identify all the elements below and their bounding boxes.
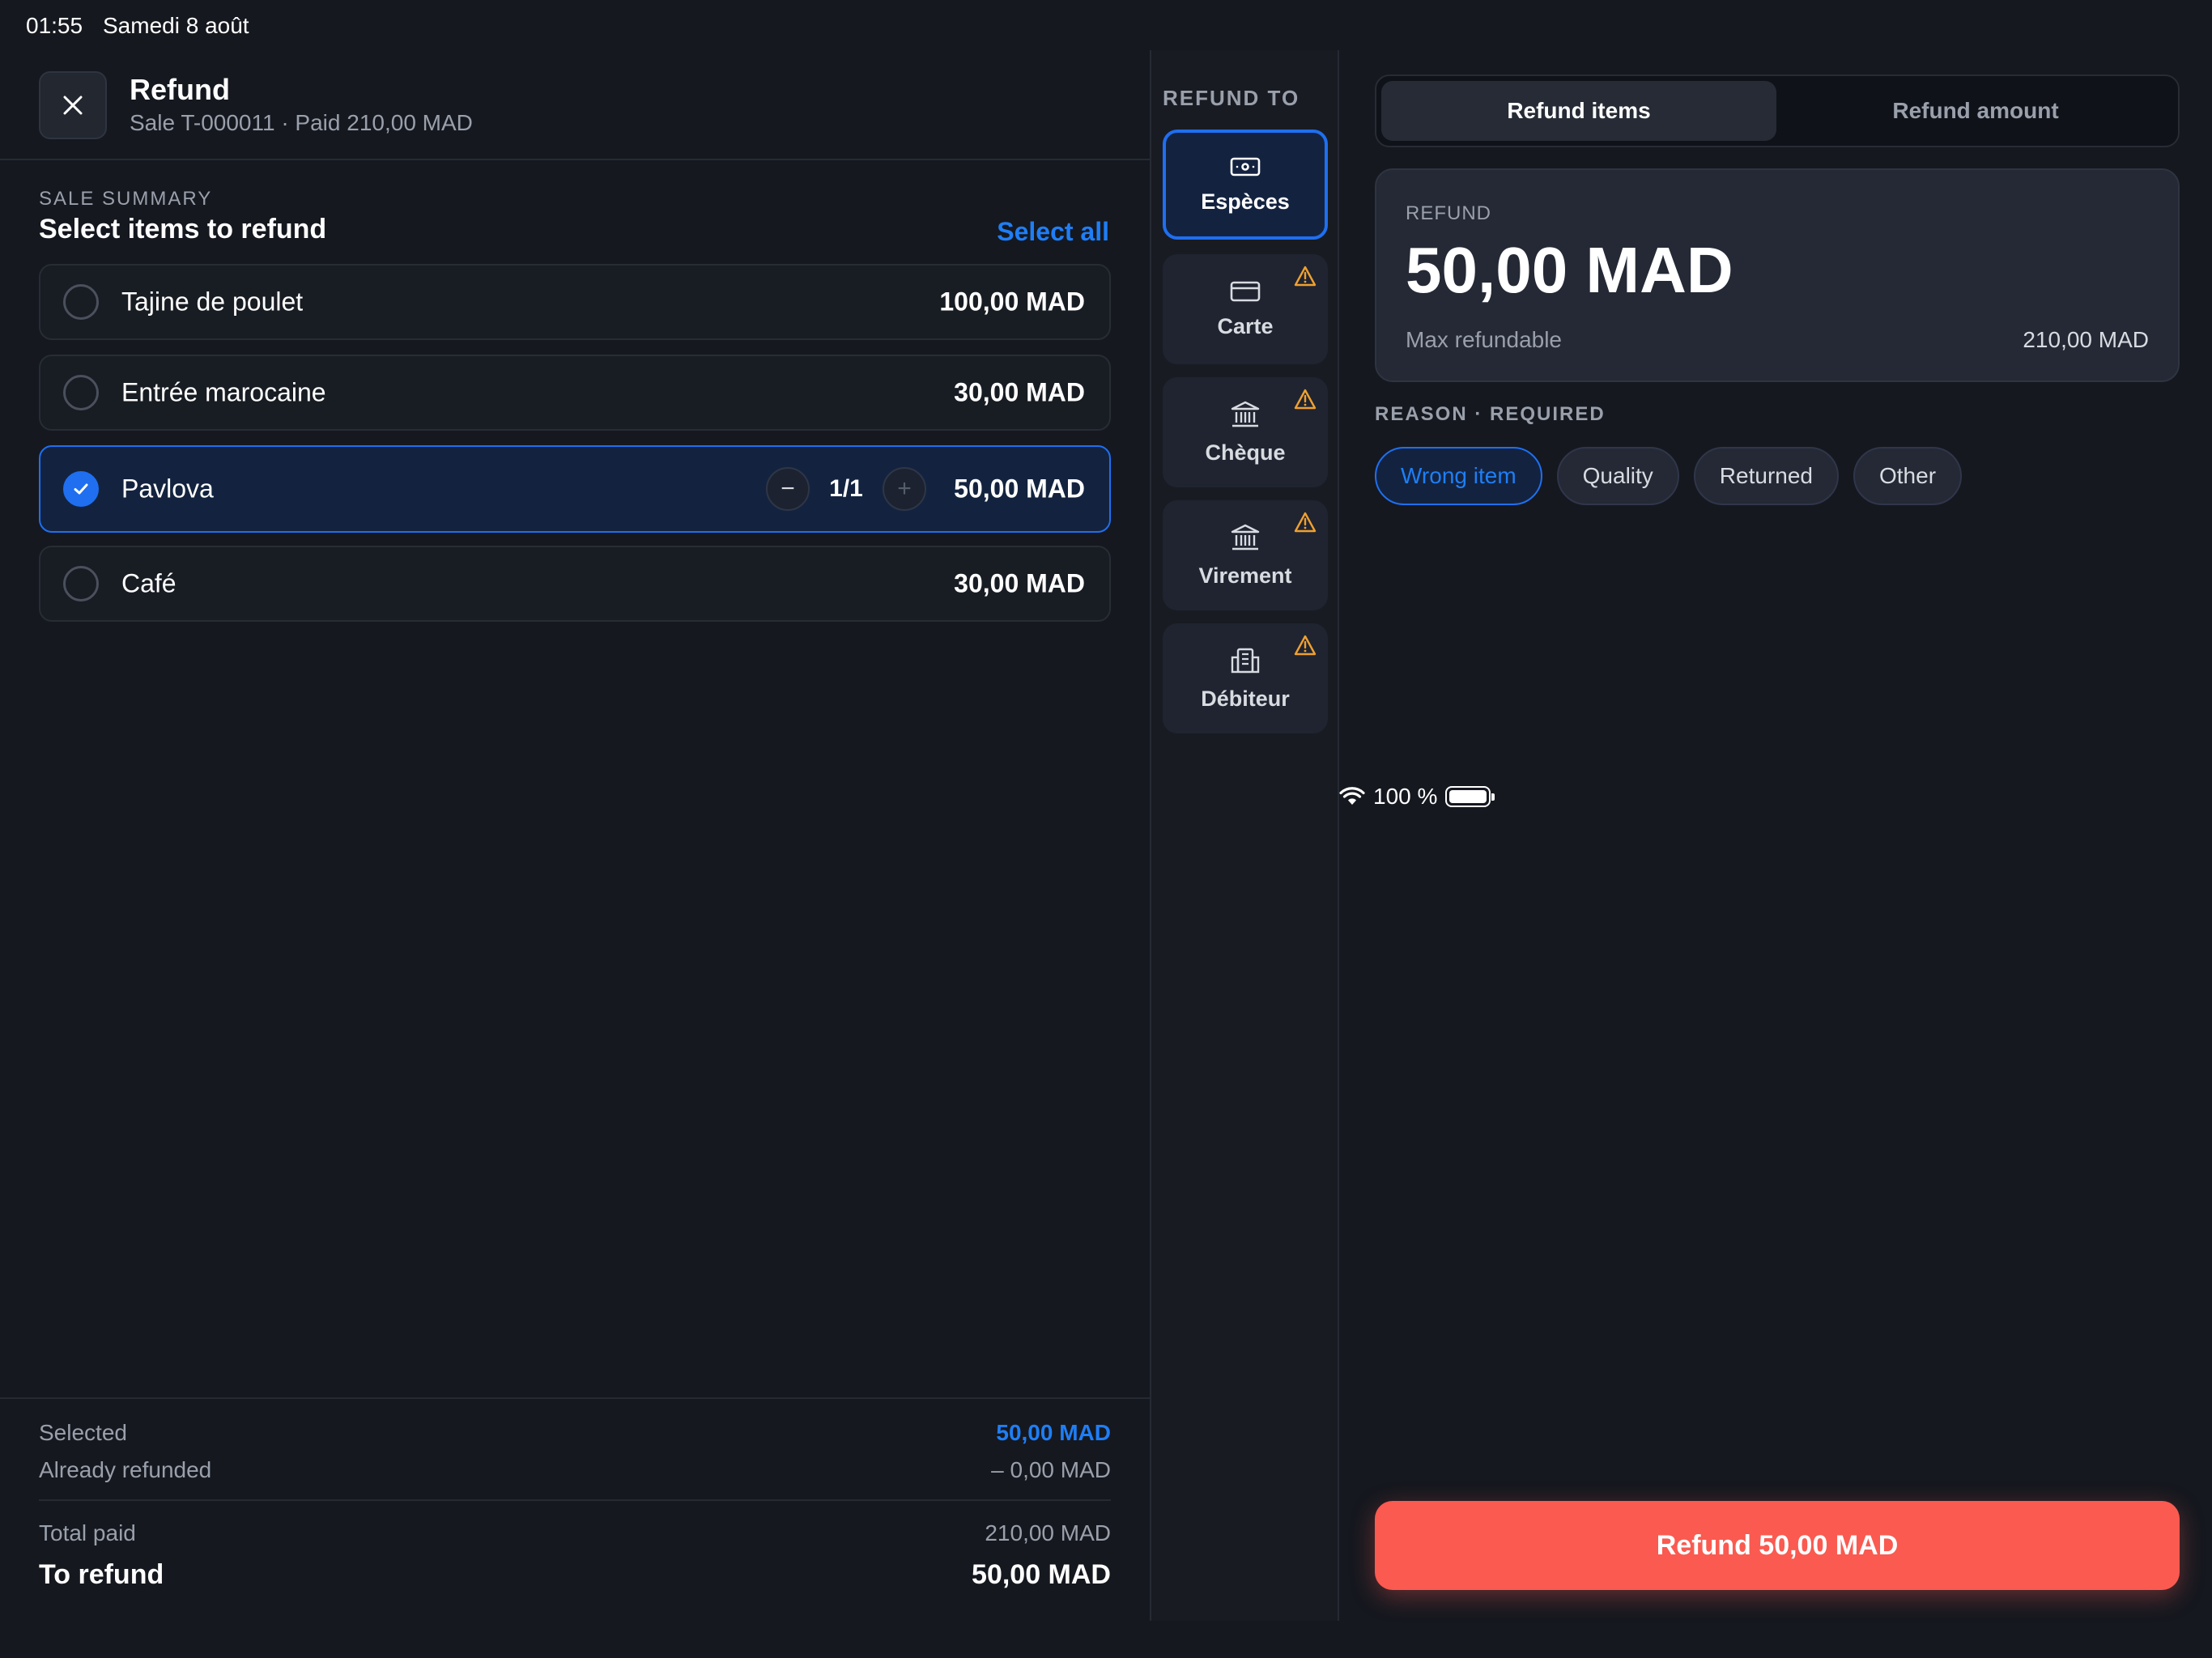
tab-refund-items[interactable]: Refund items	[1381, 81, 1776, 141]
bank-icon	[1231, 401, 1260, 427]
footer-divider-inner	[39, 1499, 1111, 1501]
reason-chip-other[interactable]: Other	[1853, 447, 1963, 505]
quantity-value: 1/1	[829, 475, 863, 502]
decrement-button[interactable]: −	[766, 467, 810, 511]
list-item[interactable]: Café 30,00 MAD	[39, 546, 1111, 622]
item-checkbox[interactable]	[63, 566, 99, 602]
method-debiteur[interactable]: Débiteur	[1163, 623, 1328, 733]
item-checkbox[interactable]	[63, 284, 99, 320]
item-name: Tajine de poulet	[121, 287, 304, 317]
total-paid-value: 210,00 MAD	[985, 1520, 1111, 1545]
method-virement[interactable]: Virement	[1163, 500, 1328, 610]
refund-button[interactable]: Refund 50,00 MAD	[1375, 1501, 2180, 1590]
item-price: 30,00 MAD	[954, 568, 1085, 598]
page-subtitle: Sale T-000011 · Paid 210,00 MAD	[130, 110, 473, 135]
method-cheque[interactable]: Chèque	[1163, 377, 1328, 487]
item-checkbox-checked[interactable]	[63, 471, 99, 507]
item-name: Pavlova	[121, 474, 214, 504]
method-label: Espèces	[1201, 189, 1290, 214]
status-date: Samedi 8 août	[103, 13, 249, 38]
section-label: SALE SUMMARY	[39, 188, 213, 210]
item-price: 50,00 MAD	[954, 474, 1085, 504]
item-name: Entrée marocaine	[121, 377, 326, 407]
list-item-selected[interactable]: Pavlova − 1/1 + 50,00 MAD	[39, 445, 1111, 533]
item-name: Café	[121, 568, 177, 598]
to-refund-label: To refund	[39, 1559, 164, 1590]
max-refundable-value: 210,00 MAD	[2023, 327, 2149, 352]
card-icon	[1230, 281, 1261, 301]
method-carte[interactable]: Carte	[1163, 254, 1328, 364]
refund-to-column: REFUND TO Espèces Carte Chèque Virement …	[1151, 50, 1338, 1621]
to-refund-value: 50,00 MAD	[972, 1559, 1111, 1590]
cash-icon	[1230, 157, 1261, 176]
increment-button[interactable]: +	[883, 467, 926, 511]
header-divider	[0, 159, 1150, 160]
reason-chips: Wrong item Quality Returned Other	[1375, 447, 1963, 505]
status-time: 01:55	[26, 13, 83, 38]
refund-label: REFUND	[1406, 202, 1491, 224]
select-all-link[interactable]: Select all	[997, 217, 1109, 247]
already-refunded-value: – 0,00 MAD	[991, 1457, 1111, 1482]
mode-segmented-control: Refund items Refund amount	[1375, 74, 2180, 147]
refund-summary-card: REFUND 50,00 MAD Max refundable 210,00 M…	[1375, 168, 2180, 382]
status-bar: 01:55 Samedi 8 août 100 %	[0, 0, 2212, 809]
refund-to-label: REFUND TO	[1163, 86, 1300, 110]
check-icon	[74, 483, 88, 495]
close-icon	[63, 96, 83, 115]
selected-value: 50,00 MAD	[996, 1420, 1111, 1445]
warning-icon	[1294, 389, 1317, 410]
tab-refund-amount[interactable]: Refund amount	[1778, 81, 2173, 141]
reason-chip-quality[interactable]: Quality	[1556, 447, 1679, 505]
reason-chip-wrong-item[interactable]: Wrong item	[1375, 447, 1542, 505]
selected-label: Selected	[39, 1420, 127, 1445]
sale-panel: Refund Sale T-000011 · Paid 210,00 MAD S…	[0, 50, 1150, 1621]
max-refundable-label: Max refundable	[1406, 327, 1563, 352]
building-icon	[1231, 648, 1260, 673]
warning-icon	[1294, 635, 1317, 656]
item-price: 30,00 MAD	[954, 377, 1085, 407]
total-paid-label: Total paid	[39, 1520, 136, 1545]
section-title: Select items to refund	[39, 214, 327, 244]
refund-panel: Refund items Refund amount REFUND 50,00 …	[1339, 50, 2212, 1621]
list-item[interactable]: Entrée marocaine 30,00 MAD	[39, 355, 1111, 431]
reason-chip-returned[interactable]: Returned	[1693, 447, 1839, 505]
bank-icon	[1231, 524, 1260, 550]
method-label: Débiteur	[1201, 686, 1290, 711]
item-checkbox[interactable]	[63, 375, 99, 410]
item-price: 100,00 MAD	[939, 287, 1085, 317]
refund-amount: 50,00 MAD	[1406, 234, 1733, 306]
page-title: Refund	[130, 73, 230, 106]
close-button[interactable]	[39, 71, 107, 139]
method-label: Chèque	[1205, 440, 1286, 465]
footer-divider	[0, 1397, 1150, 1399]
warning-icon	[1294, 512, 1317, 533]
reason-label: REASON · REQUIRED	[1375, 403, 1606, 425]
method-especes[interactable]: Espèces	[1163, 130, 1328, 240]
warning-icon	[1294, 266, 1317, 287]
list-item[interactable]: Tajine de poulet 100,00 MAD	[39, 264, 1111, 340]
already-refunded-label: Already refunded	[39, 1457, 212, 1482]
method-label: Carte	[1217, 313, 1274, 338]
method-label: Virement	[1198, 563, 1292, 588]
quantity-stepper: − 1/1 +	[766, 467, 926, 511]
